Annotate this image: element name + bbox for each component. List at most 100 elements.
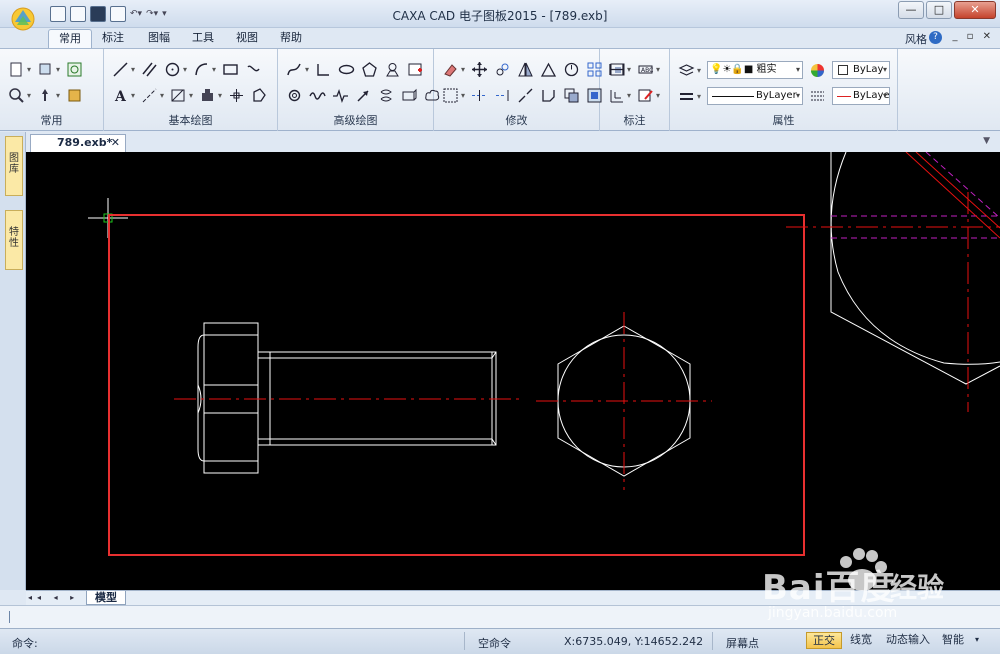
scale-icon[interactable] [540, 61, 557, 78]
close-button[interactable]: ✕ [954, 1, 996, 19]
wave-icon[interactable] [309, 87, 326, 104]
snap-mode[interactable]: 屏幕点 [726, 635, 759, 651]
side-tab-library-label: 图库 [9, 153, 19, 175]
maximize-button[interactable]: □ [926, 1, 952, 19]
centerline-icon[interactable] [141, 87, 158, 104]
point-icon[interactable] [228, 87, 245, 104]
angle-line-icon[interactable] [315, 61, 332, 78]
layer-state-icons: 💡☀🔒■ [710, 64, 754, 75]
break-icon[interactable] [517, 87, 534, 104]
document-tab[interactable]: 789.exb* ✕ [30, 134, 126, 152]
ellipse-icon[interactable] [338, 61, 355, 78]
arrow-icon[interactable] [355, 87, 372, 104]
mdi-controls[interactable]: _ ▫ ✕ [952, 31, 994, 42]
explode-icon[interactable] [563, 87, 580, 104]
line-icon[interactable] [112, 61, 129, 78]
document-close-icon[interactable]: ✕ [111, 135, 120, 151]
status-separator [464, 632, 465, 650]
side-tab-library[interactable]: 图库 [5, 136, 23, 196]
rotate-icon[interactable] [494, 61, 511, 78]
layer-manager-icon[interactable] [66, 87, 83, 104]
color-wheel-icon[interactable] [809, 62, 826, 79]
tab-annotate[interactable]: 标注 [92, 29, 134, 48]
status-bar: 命令: 空命令 X:6735.049, Y:14652.242 屏幕点 正交 线… [0, 628, 1000, 654]
modify-row-1: ▾ [442, 61, 626, 78]
tab-view[interactable]: 视图 [226, 29, 268, 48]
status-separator [712, 632, 713, 650]
linescale-icon[interactable] [809, 88, 826, 105]
annotation-edit-icon[interactable] [637, 87, 654, 104]
polygon-icon[interactable] [251, 87, 268, 104]
lineweight-swatch [837, 96, 852, 97]
hatch-icon[interactable] [170, 87, 187, 104]
circle-icon[interactable] [164, 61, 181, 78]
arc-icon[interactable] [193, 61, 210, 78]
group-annotate: ▾ ABC ▾ ▾ ▾ 标注 [600, 49, 670, 131]
mirror-icon[interactable] [517, 61, 534, 78]
window-controls: — □ ✕ [898, 1, 996, 19]
extend-icon[interactable] [494, 87, 511, 104]
block-icon[interactable] [37, 61, 54, 78]
ortho-toggle[interactable]: 正交 [806, 632, 842, 649]
layer-props-icon[interactable] [678, 62, 695, 79]
break-line-icon[interactable] [332, 87, 349, 104]
spline-icon[interactable] [245, 61, 262, 78]
layer-combo[interactable]: 💡☀🔒■ 粗实 ▾ [707, 61, 804, 79]
svg-text:A: A [114, 89, 127, 104]
spring-icon[interactable] [401, 87, 418, 104]
lineweight-icon[interactable] [678, 88, 695, 105]
tab-common[interactable]: 常用 [48, 29, 92, 48]
color-combo[interactable]: ByLay ▾ [832, 61, 891, 79]
group-label-modify: 修改 [505, 114, 528, 127]
window-title: CAXA CAD 电子图板2015 - [789.exb] [392, 9, 608, 23]
move-icon[interactable] [471, 61, 488, 78]
minimize-button[interactable]: — [898, 1, 924, 19]
drawing-svg [88, 152, 1000, 556]
title-bar: ↶▾ ↷▾ ▾ CAXA CAD 电子图板2015 - [789.exb] — … [0, 0, 1000, 31]
fillet-icon[interactable] [563, 61, 580, 78]
select-frame-icon[interactable] [442, 87, 459, 104]
coordinate-dim-icon[interactable] [608, 87, 625, 104]
model-tab[interactable]: 模型 [86, 591, 126, 605]
color-swatch [838, 65, 849, 75]
dimension-icon[interactable] [608, 61, 625, 78]
curve-icon[interactable] [286, 61, 303, 78]
group-common: ▾ ▾ ▾ ▾ 常用 [0, 49, 104, 131]
hole-icon[interactable] [378, 87, 395, 104]
lineweight-combo[interactable]: ByLaye ▾ [832, 87, 891, 105]
text-dim-icon[interactable]: ABC [637, 61, 654, 78]
symbol-icon[interactable] [384, 61, 401, 78]
smart-dropdown-icon[interactable]: ▾ [975, 635, 979, 644]
zoom-icon[interactable] [8, 87, 25, 104]
side-tab-properties[interactable]: 特性 [5, 210, 23, 270]
chamfer-icon[interactable] [540, 87, 557, 104]
tab-tools[interactable]: 工具 [182, 29, 224, 48]
lineweight-toggle[interactable]: 线宽 [844, 632, 878, 649]
erase-icon[interactable] [442, 61, 459, 78]
gear-shape-icon[interactable] [286, 87, 303, 104]
pan-icon[interactable] [37, 87, 54, 104]
block-insert-icon[interactable] [199, 87, 216, 104]
group-label-advanced-draw: 高级绘图 [333, 114, 378, 127]
command-prompt[interactable]: 命令: [12, 635, 38, 651]
smart-snap-toggle[interactable]: 智能 [936, 632, 970, 649]
text-icon[interactable]: A [112, 87, 129, 105]
tab-help[interactable]: 帮助 [270, 29, 312, 48]
table-insert-icon[interactable] [407, 61, 424, 78]
tab-frame[interactable]: 图幅 [138, 29, 180, 48]
refresh-icon[interactable] [66, 61, 83, 78]
trim-icon[interactable] [471, 87, 488, 104]
rectangle-icon[interactable] [222, 61, 239, 78]
parallel-line-icon[interactable] [141, 61, 158, 78]
pentagon-icon[interactable] [361, 61, 378, 78]
command-area[interactable] [0, 605, 1000, 628]
document-list-icon[interactable]: ▼ [983, 136, 990, 146]
side-panel: 图库 特性 [0, 132, 26, 590]
linetype-combo[interactable]: ByLayer ▾ [707, 87, 804, 105]
group-advanced-draw: ▾ 高级绘图 [278, 49, 440, 131]
dynamic-input-toggle[interactable]: 动态输入 [880, 632, 936, 649]
drawing-canvas[interactable] [26, 152, 1000, 590]
new-doc-icon[interactable] [8, 61, 25, 78]
help-icon[interactable]: ? [929, 31, 942, 44]
ribbon-panel: ▾ ▾ ▾ ▾ 常用 ▾ ▾ ▾ A ▾ ▾ ▾ ▾ 基本绘图 ▾ 高级绘图 ▾… [0, 48, 1000, 131]
